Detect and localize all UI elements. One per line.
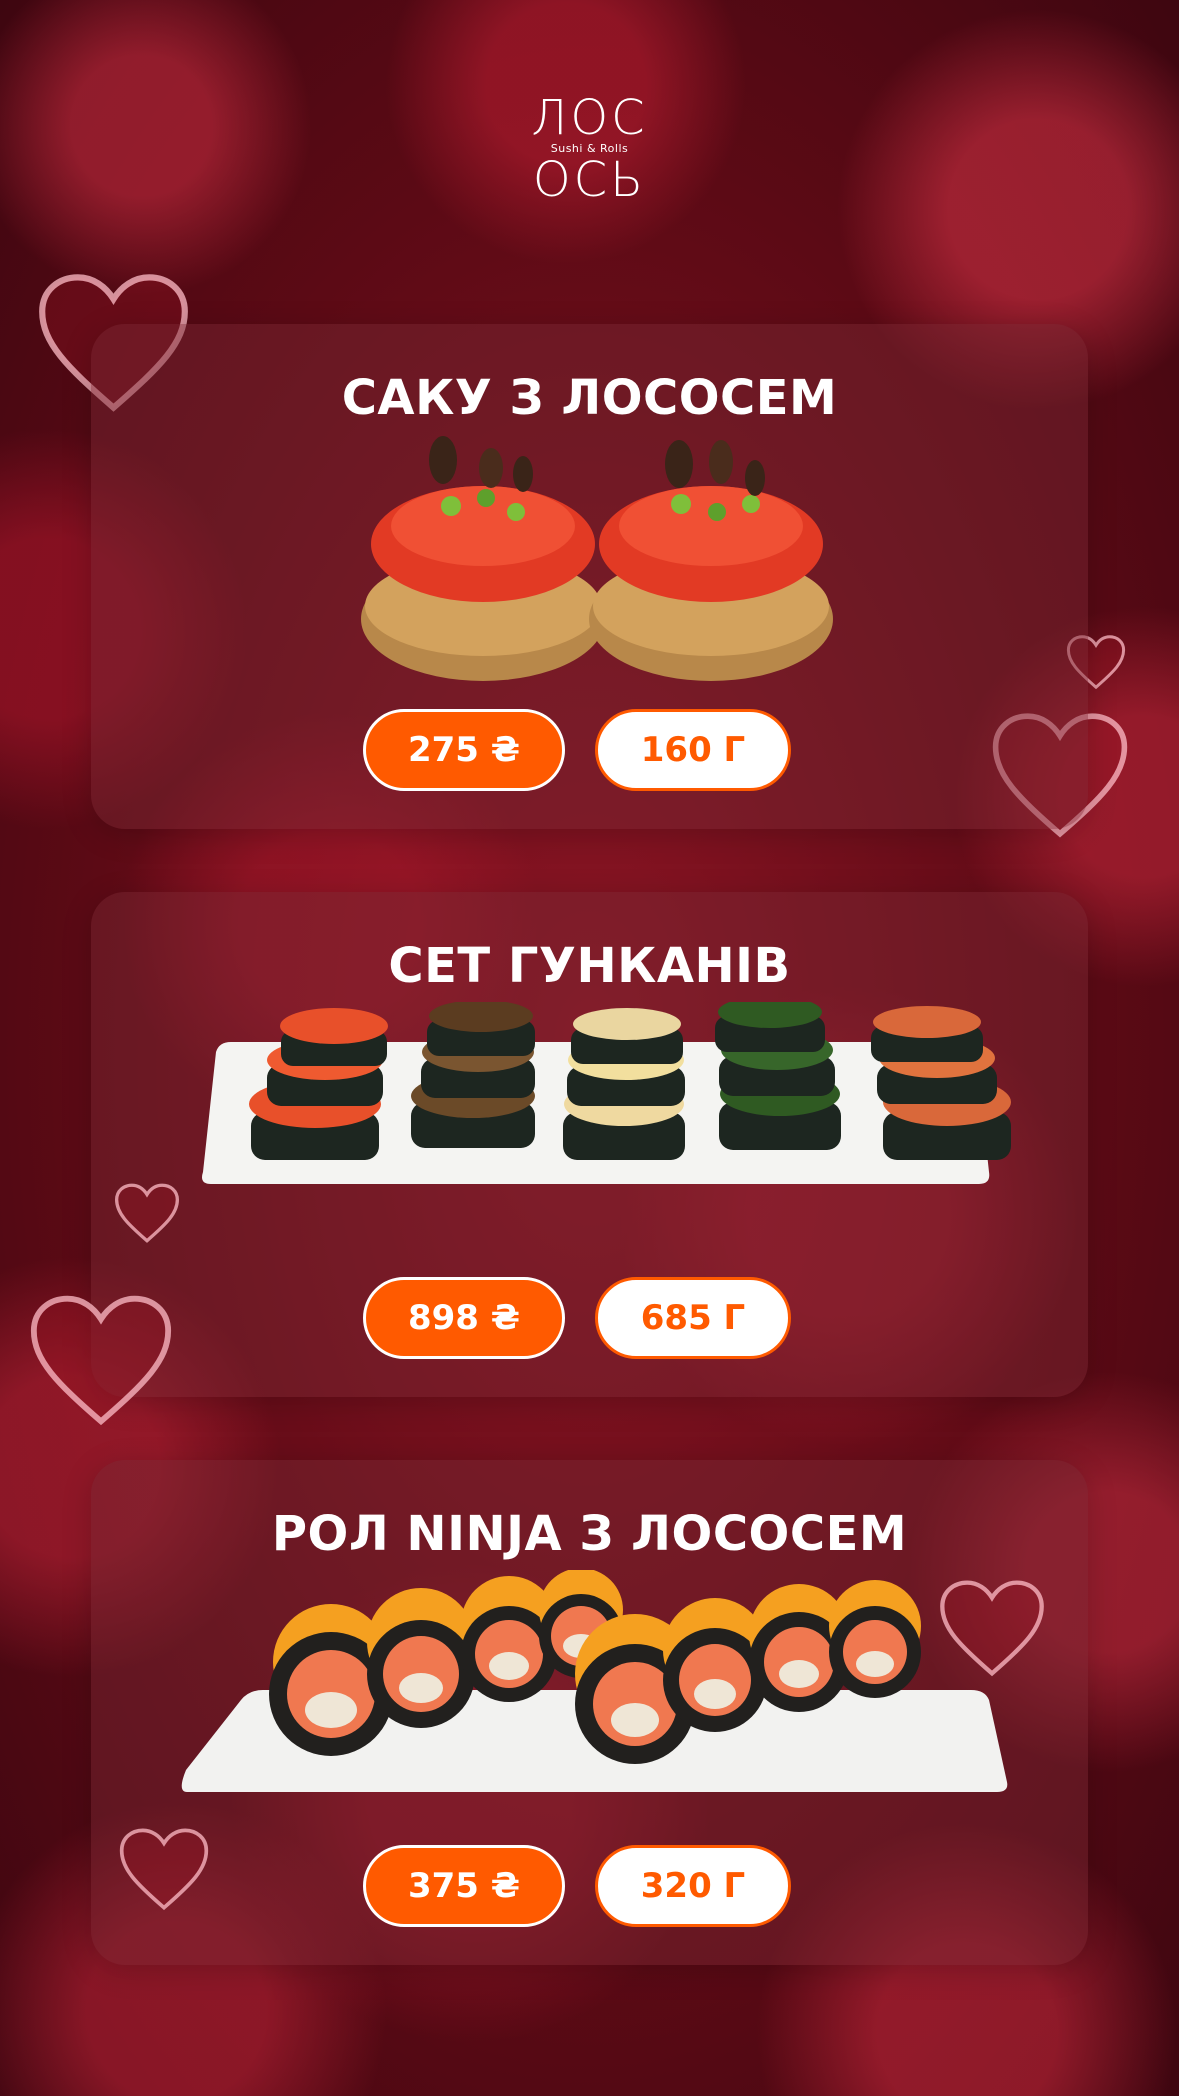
brand-logo: ЛОС Sushi & Rolls ОСЬ <box>520 92 660 206</box>
heart-icon <box>30 1295 172 1426</box>
item-title: СЕТ ГУНКАНІВ <box>388 938 791 994</box>
logo-line-2: ОСЬ <box>532 152 647 208</box>
weight-badge: 160 Г <box>595 709 791 791</box>
heart-icon <box>114 1183 180 1243</box>
weight-badge: 685 Г <box>595 1277 791 1359</box>
heart-icon <box>119 1828 209 1911</box>
weight-badge: 320 Г <box>595 1845 791 1927</box>
menu-card-ninja-roll: РОЛ NINJA З ЛОСОСЕМ 375 ₴ 320 Г <box>91 1460 1088 1965</box>
saku-image <box>361 436 833 681</box>
price-badge: 275 ₴ <box>363 709 565 791</box>
item-title: РОЛ NINJA З ЛОСОСЕМ <box>271 1506 908 1562</box>
heart-icon <box>940 1580 1044 1677</box>
menu-card-saku: САКУ З ЛОСОСЕМ 275 ₴ 160 Г <box>91 324 1088 829</box>
item-title: САКУ З ЛОСОСЕМ <box>341 370 838 426</box>
price-badge: 375 ₴ <box>363 1845 565 1927</box>
menu-card-gunkan-set: СЕТ ГУНКАНІВ 898 ₴ 685 Г <box>91 892 1088 1397</box>
gunkan-set-image <box>202 1002 1011 1184</box>
price-badge: 898 ₴ <box>363 1277 565 1359</box>
logo-line-1: ЛОС <box>531 90 648 146</box>
